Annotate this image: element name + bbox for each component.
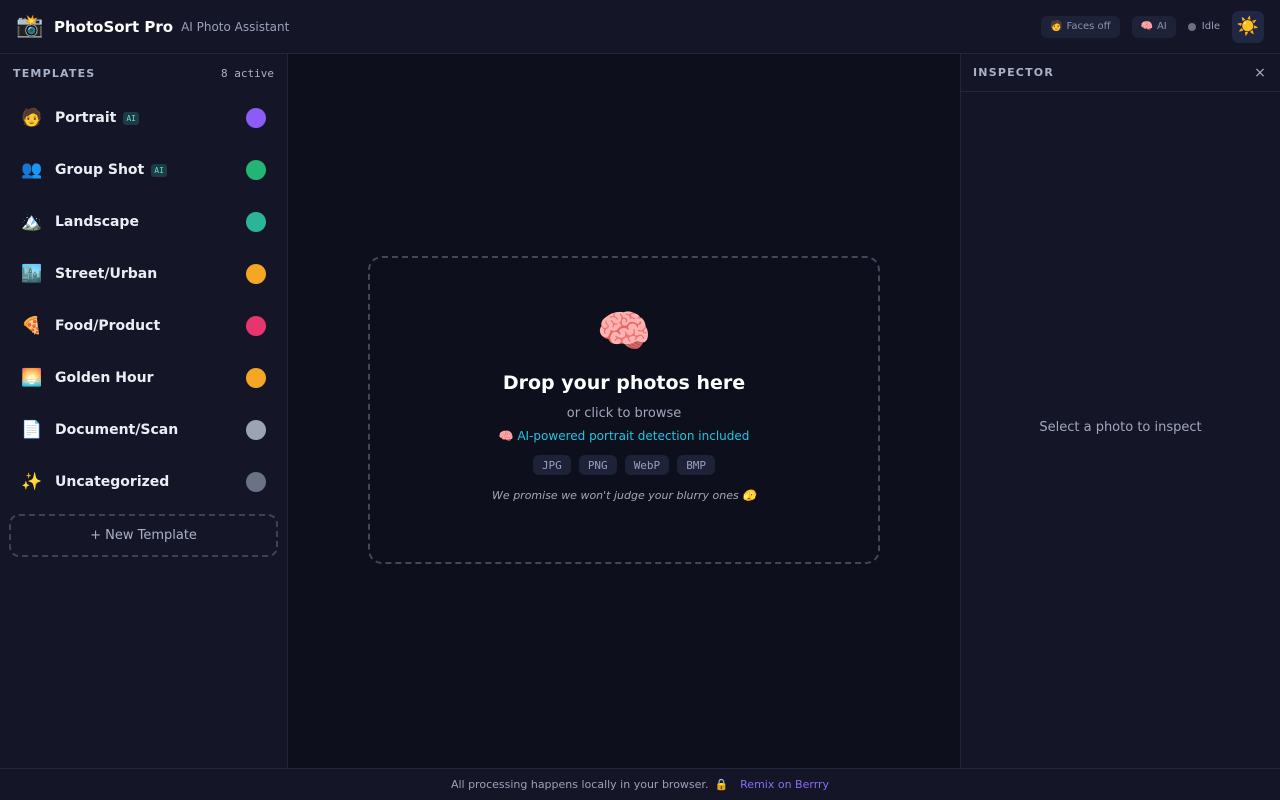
faces-toggle-button[interactable]: 🧑 Faces off [1041,15,1120,38]
ai-toggle-label: AI [1156,21,1167,32]
color-dot [246,472,266,492]
remix-link[interactable]: Remix on Berrry [740,778,829,791]
ai-badge: AI [123,111,139,125]
document-icon: 📄 [21,420,43,440]
brain-icon: 🧠 [596,306,652,357]
template-item-portrait[interactable]: 🧑 Portrait AI [9,92,278,144]
footer-text: All processing happens locally in your b… [450,778,709,791]
template-label: Uncategorized [55,474,170,490]
close-icon[interactable]: × [1252,65,1268,81]
active-count: 8 active [221,66,274,80]
dropzone-note: We promise we won't judge your blurry on… [492,489,756,502]
faces-toggle-label: Faces off [1066,21,1111,32]
template-item-street-urban[interactable]: 🏙️ Street/Urban [9,248,278,300]
person-icon: 🧑 [21,108,43,128]
status-label: Idle [1201,21,1220,32]
template-label: Food/Product [55,318,161,334]
format-badge: PNG [578,455,617,475]
color-dot [246,368,266,388]
color-dot [246,420,266,440]
sun-icon: ☀️ [1236,16,1260,37]
dropzone-subtitle: or click to browse [566,406,682,421]
pizza-icon: 🍕 [21,316,43,336]
sidebar-header: TEMPLATES 8 active [0,54,287,92]
inspector-header: INSPECTOR × [961,54,1280,92]
template-item-uncategorized[interactable]: ✨ Uncategorized [9,456,278,508]
sunrise-icon: 🌅 [21,368,43,388]
format-badge: JPG [532,455,571,475]
format-badge: WebP [624,455,670,475]
template-item-golden-hour[interactable]: 🌅 Golden Hour [9,352,278,404]
new-template-button[interactable]: + New Template [9,514,278,557]
inspector-panel: INSPECTOR × Select a photo to inspect [960,54,1280,768]
color-dot [246,160,266,180]
template-label: Landscape [55,214,139,230]
template-label: Group Shot [55,162,145,178]
sidebar-heading: TEMPLATES [13,66,96,80]
template-label: Document/Scan [55,422,179,438]
people-icon: 👥 [21,160,43,180]
app-header: 📸 PhotoSort Pro AI Photo Assistant 🧑 Fac… [0,0,1280,54]
app-footer: All processing happens locally in your b… [0,768,1280,800]
template-item-landscape[interactable]: 🏔️ Landscape [9,196,278,248]
template-item-document-scan[interactable]: 📄 Document/Scan [9,404,278,456]
templates-sidebar: TEMPLATES 8 active 🧑 Portrait AI 👥 Group… [0,54,288,768]
supported-formats: JPG PNG WebP BMP [532,455,716,475]
ai-toggle-button[interactable]: 🧠 AI [1131,15,1176,38]
mountain-icon: 🏔️ [21,212,43,232]
main-area: 🧠 Drop your photos here or click to brow… [288,54,960,768]
color-dot [246,316,266,336]
color-dot [246,212,266,232]
lock-icon: 🔒 [714,778,729,791]
template-item-group-shot[interactable]: 👥 Group Shot AI [9,144,278,196]
status-dot-icon [1187,22,1196,31]
header-controls: 🧑 Faces off 🧠 AI Idle ☀️ [1041,10,1264,43]
app-subtitle: AI Photo Assistant [181,19,290,34]
format-badge: BMP [677,455,716,475]
color-dot [246,264,266,284]
brain-icon: 🧠 [1140,21,1153,32]
color-dot [246,108,266,128]
template-item-food-product[interactable]: 🍕 Food/Product [9,300,278,352]
template-label: Golden Hour [55,370,154,386]
face-icon: 🧑 [1050,21,1063,32]
inspector-empty-state: Select a photo to inspect [1039,420,1202,435]
ai-badge: AI [151,163,167,177]
app-title: PhotoSort Pro [54,17,174,36]
photo-dropzone[interactable]: 🧠 Drop your photos here or click to brow… [368,256,880,564]
theme-toggle-button[interactable]: ☀️ [1232,10,1264,43]
dropzone-title: Drop your photos here [502,372,746,394]
status-indicator: Idle [1187,21,1220,32]
template-list: 🧑 Portrait AI 👥 Group Shot AI 🏔️ Landsca… [0,92,287,508]
inspector-heading: INSPECTOR [973,66,1054,79]
template-label: Street/Urban [55,266,158,282]
sparkles-icon: ✨ [21,472,43,492]
camera-icon: 📸 [16,13,44,39]
template-label: Portrait [55,110,117,126]
ai-detection-note: 🧠 AI-powered portrait detection included [498,429,750,443]
city-icon: 🏙️ [21,264,43,284]
